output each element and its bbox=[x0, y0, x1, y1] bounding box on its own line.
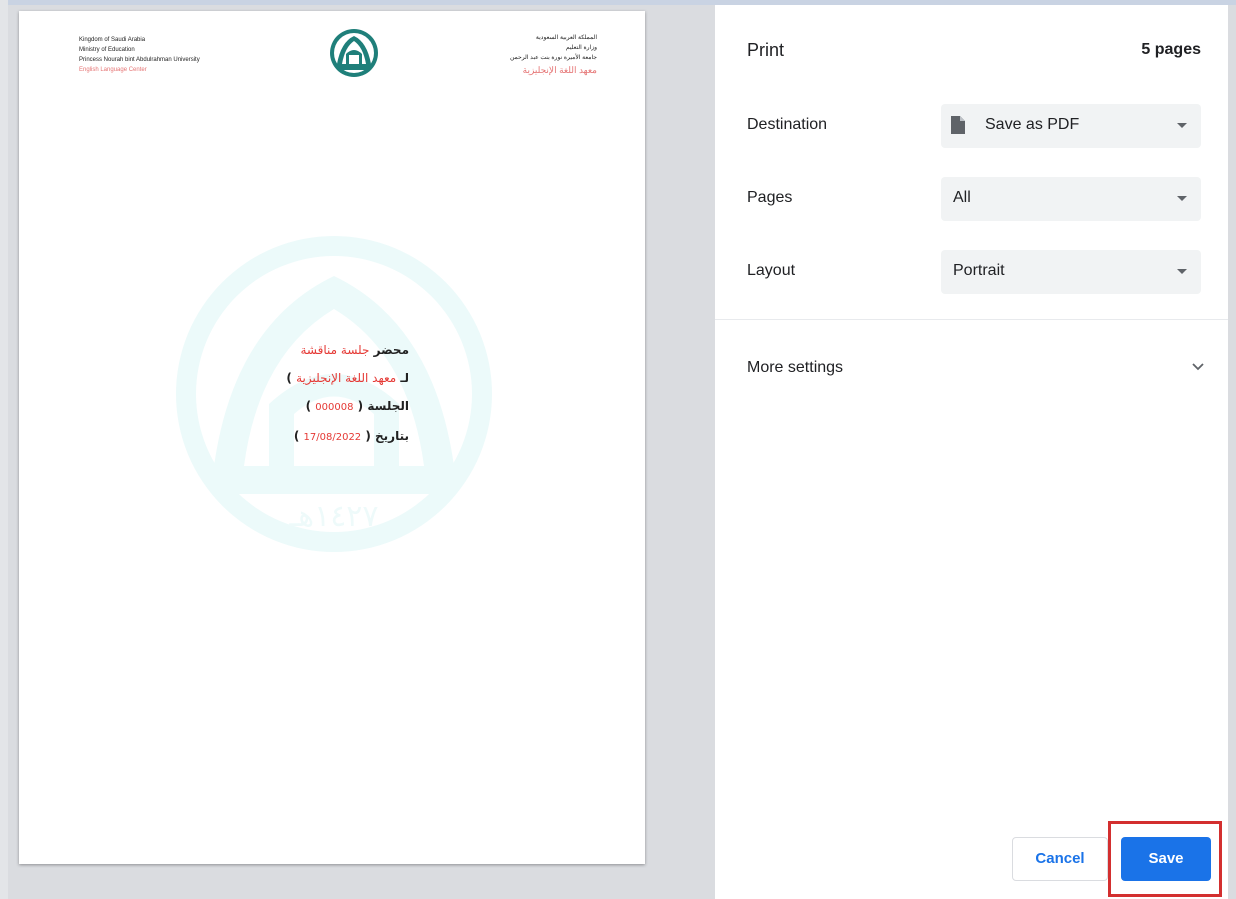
header-left-line: Ministry of Education bbox=[79, 47, 135, 53]
header-left-line: Kingdom of Saudi Arabia bbox=[79, 37, 146, 43]
session-title-black: محضر bbox=[373, 343, 409, 357]
print-preview-page: Kingdom of Saudi Arabia Ministry of Educ… bbox=[19, 11, 645, 864]
university-logo-icon bbox=[330, 29, 378, 77]
dropdown-arrow-icon bbox=[1177, 196, 1187, 201]
session-title-line: محضر جلسة مناقشة bbox=[199, 336, 410, 364]
session-date-value: 17/08/2022 bbox=[303, 432, 362, 443]
chevron-down-icon[interactable] bbox=[1191, 362, 1205, 372]
pages-label: Pages bbox=[747, 189, 793, 206]
center-close: ) bbox=[286, 371, 292, 385]
print-title: Print bbox=[747, 40, 785, 60]
session-number-line: الجلسة ( 000008 ) bbox=[199, 392, 409, 422]
header-left-center-name: English Language Center bbox=[79, 67, 147, 73]
file-icon bbox=[951, 116, 965, 134]
dropdown-arrow-icon bbox=[1177, 269, 1187, 274]
cancel-button[interactable]: Cancel bbox=[1012, 837, 1108, 881]
section-divider bbox=[715, 319, 1228, 320]
more-settings-toggle[interactable]: More settings bbox=[747, 359, 843, 377]
destination-select[interactable]: Save as PDF bbox=[941, 104, 1201, 148]
session-title-red: جلسة مناقشة bbox=[300, 343, 370, 357]
dropdown-arrow-icon bbox=[1177, 123, 1187, 128]
header-right-line: المملكة العربية السعودية bbox=[535, 35, 597, 41]
session-date-label: بتاريخ ( bbox=[365, 429, 409, 443]
session-date-close: ) bbox=[293, 429, 300, 443]
header-right-center-name: معهد اللغة الإنجليزية bbox=[522, 65, 597, 75]
header-right-block: المملكة العربية السعودية وزارة التعليم ج… bbox=[510, 33, 597, 77]
page-count: 5 pages bbox=[1141, 41, 1201, 58]
session-number-close: ) bbox=[305, 399, 312, 413]
destination-value: Save as PDF bbox=[985, 116, 1080, 133]
document-body: محضر جلسة مناقشة لـ معهد اللغة الإنجليزي… bbox=[199, 336, 409, 452]
destination-label: Destination bbox=[747, 116, 828, 133]
session-number-value: 000008 bbox=[315, 402, 354, 413]
save-button[interactable]: Save bbox=[1121, 837, 1211, 881]
pages-select[interactable]: All bbox=[941, 177, 1201, 221]
session-date-line: بتاريخ ( 17/08/2022 ) bbox=[199, 422, 409, 452]
header-left-block: Kingdom of Saudi Arabia Ministry of Educ… bbox=[79, 35, 200, 75]
layout-value: Portrait bbox=[953, 262, 1005, 279]
layout-select[interactable]: Portrait bbox=[941, 250, 1201, 294]
print-settings-panel: Print 5 pages Destination Save as PDF Pa… bbox=[715, 5, 1228, 899]
center-name: معهد اللغة الإنجليزية bbox=[296, 371, 397, 385]
center-line: لـ معهد اللغة الإنجليزية ) bbox=[199, 364, 409, 392]
header-left-line: Princess Nourah bint Abdulrahman Univers… bbox=[79, 57, 200, 63]
center-prefix: لـ bbox=[400, 371, 409, 385]
pages-value: All bbox=[953, 189, 971, 206]
header-right-line: جامعة الأميرة نورة بنت عبد الرحمن bbox=[509, 55, 597, 61]
preview-area-edge bbox=[0, 0, 8, 899]
watermark-year: ١٤٢٧هـ bbox=[288, 499, 378, 534]
layout-label: Layout bbox=[747, 262, 796, 279]
session-number-label: الجلسة ( bbox=[357, 399, 409, 413]
header-right-line: وزارة التعليم bbox=[565, 45, 597, 51]
